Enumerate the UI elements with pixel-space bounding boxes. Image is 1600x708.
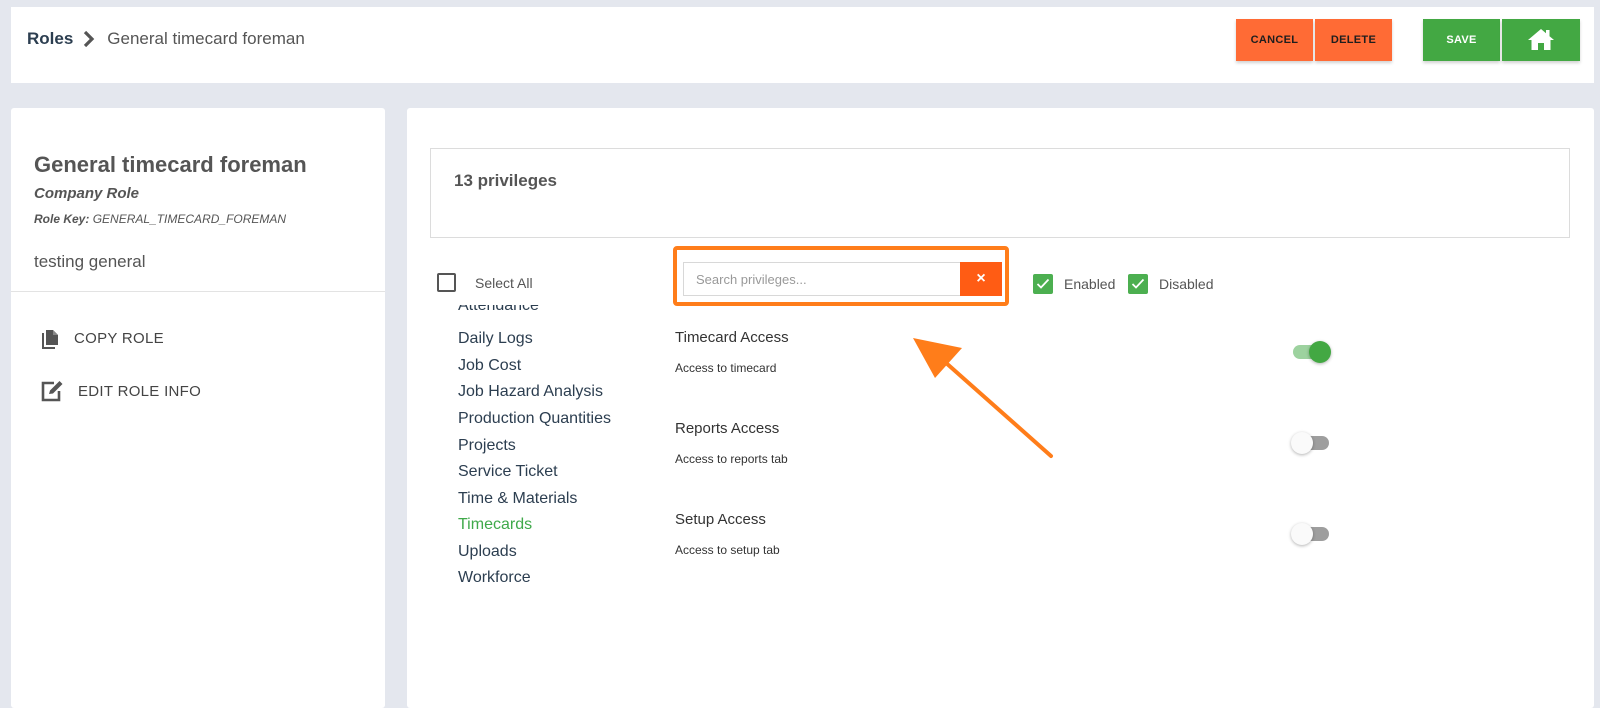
role-info-panel: General timecard foreman Company Role Ro…: [11, 108, 385, 708]
category-item-service-ticket[interactable]: Service Ticket: [458, 463, 558, 481]
clear-search-button[interactable]: ×: [960, 262, 1002, 296]
select-all-checkbox[interactable]: [437, 273, 456, 292]
copy-icon: [40, 327, 60, 349]
privilege-item: Timecard Access Access to timecard: [675, 329, 789, 375]
privilege-title: Setup Access: [675, 511, 766, 528]
toggle-knob: [1309, 341, 1331, 363]
role-key-value: GENERAL_TIMECARD_FOREMAN: [92, 212, 287, 226]
select-all-label: Select All: [475, 274, 533, 291]
enabled-filter-label: Enabled: [1064, 276, 1116, 292]
privilege-description: Access to timecard: [675, 361, 777, 375]
role-key: Role Key: GENERAL_TIMECARD_FOREMAN: [34, 212, 286, 226]
category-item-job-cost[interactable]: Job Cost: [458, 357, 521, 375]
edit-role-info-label: EDIT ROLE INFO: [78, 382, 202, 400]
privilege-title: Timecard Access: [675, 329, 789, 346]
privileges-panel: 13 privileges Select All × Enabled Disab…: [407, 108, 1594, 708]
category-item-production-quantities[interactable]: Production Quantities: [458, 410, 611, 428]
breadcrumb-roles-link[interactable]: Roles: [27, 29, 73, 49]
privilege-title: Reports Access: [675, 420, 780, 437]
privilege-toggle[interactable]: [1291, 340, 1331, 364]
save-button[interactable]: SAVE: [1423, 19, 1500, 61]
home-button[interactable]: [1502, 19, 1580, 61]
disabled-filter[interactable]: Disabled: [1128, 274, 1213, 294]
privilege-toggle[interactable]: [1291, 431, 1331, 455]
breadcrumb: Roles General timecard foreman: [27, 29, 305, 49]
copy-role-action[interactable]: COPY ROLE: [40, 327, 164, 349]
category-item-timecards[interactable]: Timecards: [458, 516, 532, 534]
category-item-workforce[interactable]: Workforce: [458, 569, 531, 587]
category-item-attendance[interactable]: Attendance: [458, 305, 539, 315]
chevron-right-icon: [83, 31, 95, 47]
role-type: Company Role: [34, 185, 140, 202]
privilege-description: Access to setup tab: [675, 543, 780, 557]
privilege-item: Setup Access Access to setup tab: [675, 511, 780, 557]
role-description: testing general: [34, 252, 146, 271]
check-icon[interactable]: [1128, 274, 1148, 294]
toggle-knob: [1291, 523, 1313, 545]
copy-role-label: COPY ROLE: [74, 329, 164, 347]
close-icon: ×: [976, 270, 986, 287]
search-highlight-box: ×: [673, 246, 1009, 306]
select-all-toggle[interactable]: Select All: [437, 273, 533, 292]
edit-icon: [40, 380, 64, 402]
toggle-knob: [1291, 432, 1313, 454]
home-icon: [1527, 27, 1555, 54]
check-icon[interactable]: [1033, 274, 1053, 294]
privilege-item: Reports Access Access to reports tab: [675, 420, 788, 466]
enabled-filter[interactable]: Enabled: [1033, 274, 1115, 294]
search-input[interactable]: [683, 262, 960, 296]
divider: [11, 291, 385, 292]
category-item-time-materials[interactable]: Time & Materials: [458, 490, 577, 508]
edit-role-info-action[interactable]: EDIT ROLE INFO: [40, 380, 201, 402]
breadcrumb-current: General timecard foreman: [107, 29, 305, 48]
role-title: General timecard foreman: [34, 152, 307, 177]
category-list: Attendance Daily Logs Job Cost Job Hazar…: [458, 305, 668, 595]
cancel-button[interactable]: CANCEL: [1236, 19, 1313, 61]
category-item-job-hazard-analysis[interactable]: Job Hazard Analysis: [458, 383, 603, 401]
privilege-toggle[interactable]: [1291, 522, 1331, 546]
category-item-uploads[interactable]: Uploads: [458, 543, 517, 561]
privilege-description: Access to reports tab: [675, 452, 788, 466]
category-item-projects[interactable]: Projects: [458, 437, 516, 455]
delete-button[interactable]: DELETE: [1315, 19, 1392, 61]
privilege-count-box: 13 privileges: [430, 148, 1570, 238]
privilege-count: 13 privileges: [454, 171, 558, 190]
role-key-label: Role Key:: [34, 212, 90, 226]
disabled-filter-label: Disabled: [1159, 276, 1214, 292]
category-item-daily-logs[interactable]: Daily Logs: [458, 330, 533, 348]
